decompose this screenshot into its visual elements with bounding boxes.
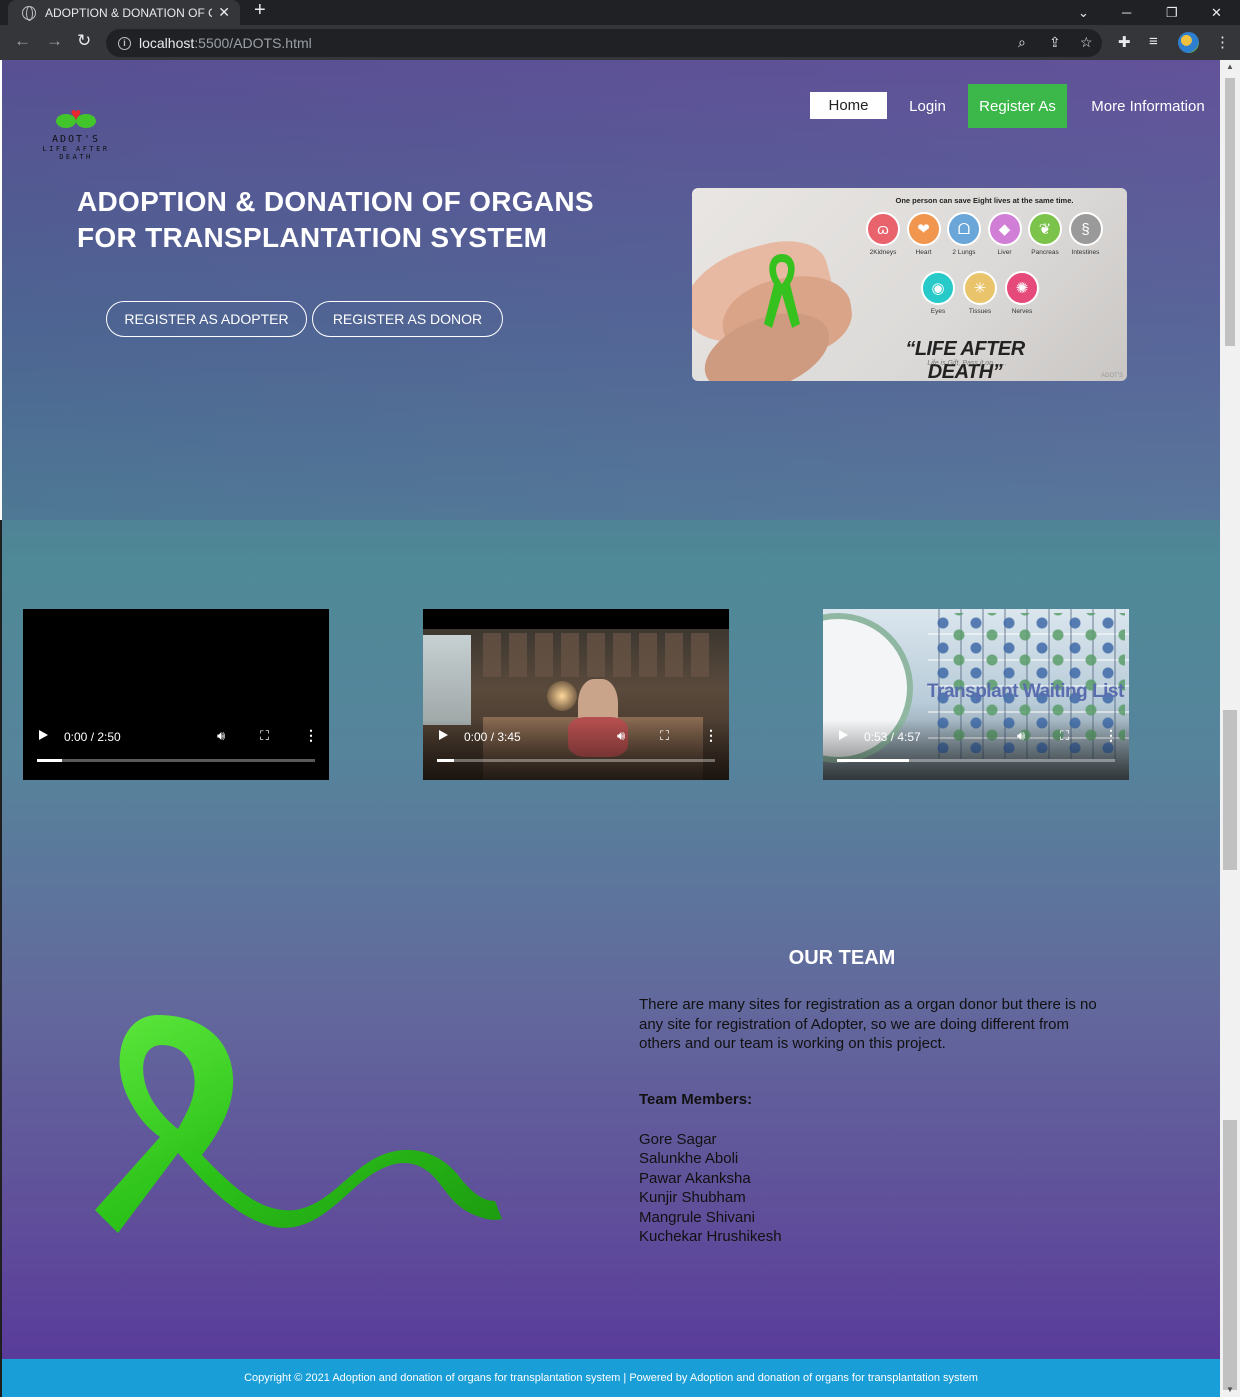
organ-liver-icon: ◆ Liver [986,212,1024,256]
window-close-icon[interactable]: ✕ [1211,0,1222,25]
close-tab-icon[interactable]: ✕ [218,4,230,21]
video-overlay-text: Transplant Waiting List [927,681,1124,702]
play-icon[interactable] [839,730,848,740]
team-members-label: Team Members: [639,1091,753,1108]
slogan-sub: Life is Gift, Pass it on....... [927,360,1007,367]
green-awareness-ribbon [95,1015,502,1233]
fullscreen-icon[interactable]: ⛶ [660,728,669,744]
team-description: There are many sites for registration as… [639,996,1097,1052]
hero-image: One person can save Eight lives at the s… [692,188,1127,381]
more-options-icon[interactable]: ⋮ [704,727,718,744]
play-icon[interactable] [439,730,448,740]
url-host: localhost [139,35,195,51]
team-member: Gore Sagar [639,1131,717,1148]
url-path: :5500/ADOTS.html [194,35,312,51]
organ-tissues-icon: ✳ Tissues [961,271,999,315]
extensions-icon[interactable]: ✚ [1118,33,1131,51]
volume-icon[interactable]: 🔊︎ [1017,728,1025,744]
hero-title-line1: ADOPTION & DONATION OF ORGANS [77,186,594,217]
team-members-list: Gore Sagar Salunkhe Aboli Pawar Akanksha… [639,1130,782,1246]
video-seek-bar[interactable] [437,759,715,762]
site-logo[interactable]: ♥ ADOT'S LIFE AFTER DEATH [24,104,128,161]
team-member: Mangrule Shivani [639,1208,755,1226]
video-time: 0:00 / 2:50 [64,730,121,744]
more-options-icon[interactable]: ⋮ [304,727,318,744]
nav-home[interactable]: Home [810,92,887,119]
nav-register-as[interactable]: Register As [968,84,1067,128]
team-member: Pawar Akanksha [639,1169,751,1187]
forward-icon[interactable]: → [46,31,63,51]
minimize-icon[interactable]: ─ [1122,0,1131,25]
tab-title: ADOPTION & DONATION OF OR [45,5,213,20]
page-scrollbar[interactable]: ▲ ▼ [1220,60,1240,1397]
video-seek-bar[interactable] [837,759,1115,762]
organ-nerves-icon: ✺ Nerves [1003,271,1041,315]
video-time: 0:53 / 4:57 [864,730,921,744]
browser-menu-icon[interactable]: ⋮ [1215,33,1230,51]
organ-infographic-heading: One person can save Eight lives at the s… [895,196,1074,205]
fullscreen-icon[interactable]: ⛶ [260,728,269,744]
media-control-icon[interactable]: ≡ [1149,33,1158,50]
globe-icon [22,5,36,21]
hero-title: ADOPTION & DONATION OF ORGANS FOR TRANSP… [77,184,637,256]
organ-heart-icon: ❤ Heart [905,212,943,256]
video-time: 0:00 / 3:45 [464,730,521,744]
logo-name: ADOT'S [51,134,101,145]
video-controls [23,720,329,780]
share-icon[interactable]: ⇪ [1049,34,1061,51]
new-tab-button[interactable]: + [254,0,266,22]
team-title: OUR TEAM [788,947,896,969]
volume-icon[interactable]: 🔊︎ [617,728,625,744]
organ-pancreas-icon: ❦ Pancreas [1026,212,1064,256]
zoom-icon[interactable]: ⌕ [1018,34,1026,51]
address-bar[interactable]: i localhost:5500/ADOTS.html [106,29,1102,57]
browser-tab-bar: ADOPTION & DONATION OF OR ✕ + ⌄ ─ ❐ ✕ [0,0,1240,25]
browser-tab[interactable]: ADOPTION & DONATION OF OR ✕ [8,0,240,25]
tab-search-icon[interactable]: ⌄ [1078,0,1089,25]
footer: Copyright © 2021 Adoption and donation o… [2,1359,1220,1397]
profile-avatar[interactable] [1178,32,1199,53]
page: ♥ ADOT'S LIFE AFTER DEATH Home Login Reg… [2,60,1220,1397]
green-ribbon-icon [764,254,800,328]
scroll-up-icon[interactable]: ▲ [1226,62,1234,71]
scroll-thumb[interactable] [1225,78,1235,346]
bookmark-star-icon[interactable]: ☆ [1080,34,1093,51]
register-adopter-button[interactable]: REGISTER AS ADOPTER [106,301,307,337]
team-member: Kunjir Shubham [639,1189,746,1207]
video-seek-bar[interactable] [37,759,315,762]
video-controls [823,720,1129,780]
logo-tagline: LIFE AFTER DEATH [42,145,110,161]
nav-more-information[interactable]: More Information [1082,84,1214,128]
organ-intestines-icon: § Intestines [1067,212,1105,256]
nav-login[interactable]: Login [896,84,959,128]
play-icon[interactable] [39,730,48,740]
video-player-1[interactable]: 0:00 / 2:50 🔊︎ ⛶ ⋮ [23,609,329,780]
hero-title-line2: FOR TRANSPLANTATION SYSTEM [77,222,548,253]
reload-icon[interactable]: ↻ [77,31,91,51]
site-info-icon[interactable]: i [118,36,131,50]
volume-icon[interactable]: 🔊︎ [217,728,225,744]
organ-2kidneys-icon: ɷ 2Kidneys [864,212,902,256]
register-donor-button[interactable]: REGISTER AS DONOR [312,301,503,337]
video-player-3[interactable]: Transplant Waiting List 0:53 / 4:57 🔊︎ ⛶… [823,609,1129,780]
more-options-icon[interactable]: ⋮ [1104,727,1118,744]
team-member: Salunkhe Aboli [639,1150,739,1168]
back-icon[interactable]: ← [14,31,31,51]
logo-mark: ♥ [56,104,96,132]
restore-icon[interactable]: ❐ [1166,0,1178,25]
organ-eyes-icon: ◉ Eyes [919,271,957,315]
image-brand: ADOT'S [1101,373,1123,379]
browser-toolbar: ← → ↻ i localhost:5500/ADOTS.html ⌕ ⇪ ☆ … [0,25,1240,60]
video-controls [423,720,729,780]
organ-2-lungs-icon: ᗝ2 Lungs [945,212,983,256]
video-player-2[interactable]: 0:00 / 3:45 🔊︎ ⛶ ⋮ [423,609,729,780]
team-member: Kuchekar Hrushikesh [639,1228,782,1246]
fullscreen-icon[interactable]: ⛶ [1060,728,1069,744]
scroll-down-icon[interactable]: ▼ [1226,1385,1234,1394]
heart-icon: ♥ [70,104,82,124]
